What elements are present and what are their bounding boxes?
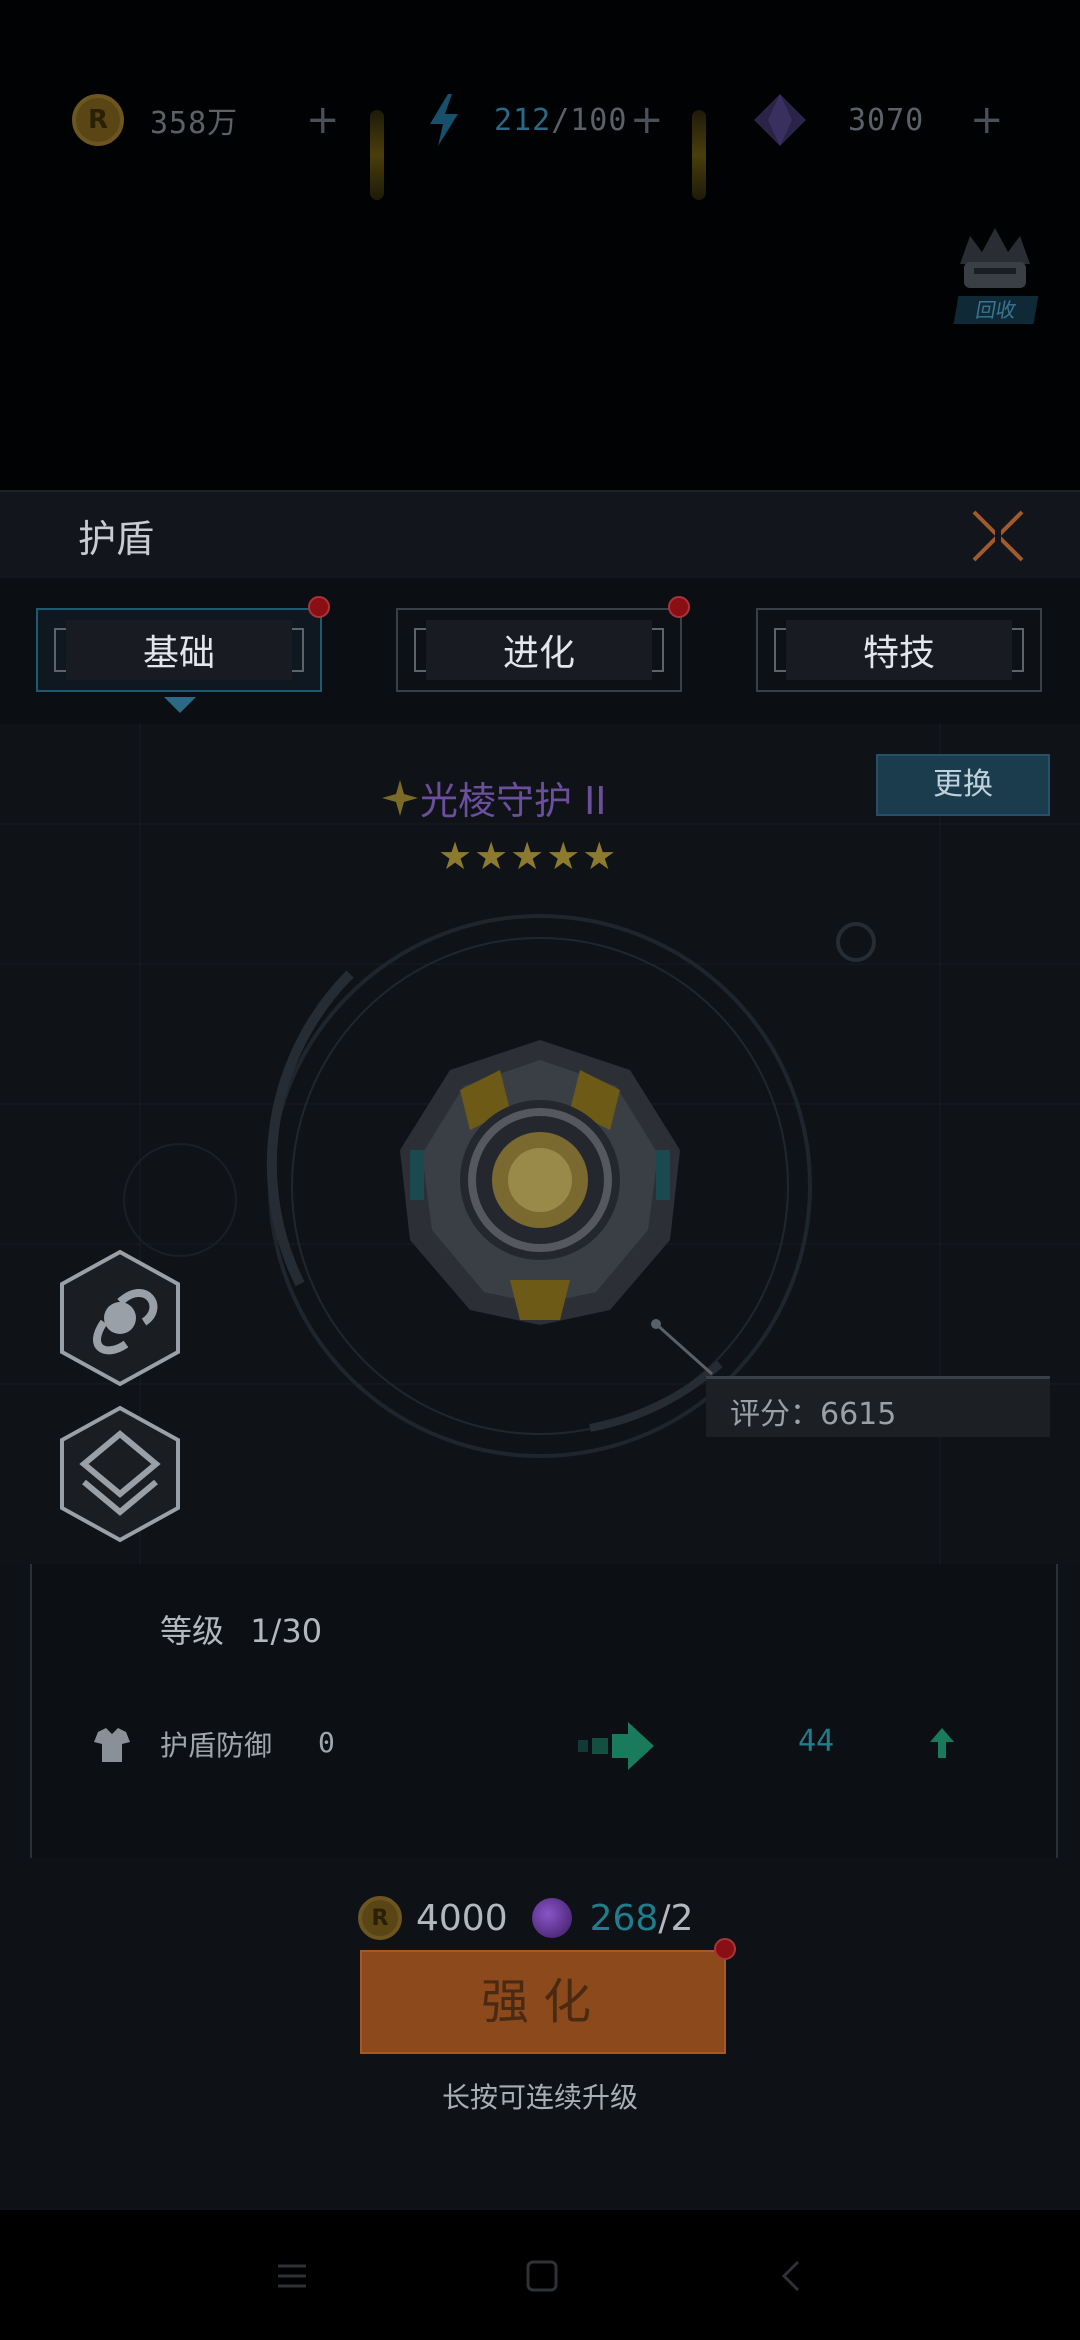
home-icon[interactable] xyxy=(522,2256,562,2296)
tab-basic[interactable]: 基础 xyxy=(36,608,322,692)
bracket-decoration xyxy=(1012,628,1024,672)
divider-glow xyxy=(370,110,384,200)
shield-core-image xyxy=(400,1040,680,1325)
coin-cost: 4000 xyxy=(416,1897,508,1939)
skill-rank-icon[interactable] xyxy=(56,1404,184,1544)
recycle-icon xyxy=(960,228,1030,288)
recycle-button[interactable]: 回收 xyxy=(950,224,1040,324)
panel-header xyxy=(0,490,1080,580)
lightning-icon xyxy=(430,94,458,146)
bracket-decoration xyxy=(54,628,66,672)
skill-swirl-icon[interactable] xyxy=(56,1248,184,1388)
orb-required: /2 xyxy=(658,1897,694,1939)
equipment-name: 光棱守护 II xyxy=(420,779,607,823)
tab-evolve[interactable]: 进化 xyxy=(396,608,682,692)
upgrade-cost: R 4000 268 /2 xyxy=(358,1892,693,1944)
level-row: 等级 1/30 xyxy=(160,1606,322,1652)
long-press-hint: 长按可连续升级 xyxy=(441,2081,638,2114)
star-rating: ★★★★★ xyxy=(438,834,619,878)
armor-icon xyxy=(94,1728,130,1762)
tab-skill-label: 特技 xyxy=(786,620,1012,680)
upgrade-button[interactable]: 强化 xyxy=(360,1950,726,2054)
resource-bar-area xyxy=(0,0,1080,490)
gem-icon xyxy=(754,94,806,146)
gem-amount: 3070 xyxy=(848,102,925,138)
tab-skill[interactable]: 特技 xyxy=(756,608,1042,692)
stat-next-value: 44 xyxy=(798,1724,835,1759)
panel-title: 护盾 xyxy=(78,517,155,561)
stat-label: 护盾防御 xyxy=(160,1729,273,1762)
bracket-decoration xyxy=(414,628,426,672)
tab-basic-label: 基础 xyxy=(66,620,292,680)
score-box: 评分：6615 xyxy=(706,1376,1050,1437)
coin-amount: 358万 xyxy=(150,106,239,141)
stat-current-value: 0 xyxy=(318,1726,335,1759)
close-icon[interactable] xyxy=(968,506,1028,566)
notification-dot xyxy=(308,596,330,618)
bracket-decoration xyxy=(292,628,304,672)
gem-resource: 3070 xyxy=(752,90,924,150)
replace-button[interactable]: 更换 xyxy=(876,754,1050,816)
add-energy-button[interactable]: + xyxy=(630,92,664,148)
energy-orb-icon xyxy=(531,1898,572,1938)
energy-resource: 212/100 xyxy=(424,90,627,150)
score-value: 评分：6615 xyxy=(730,1397,897,1432)
rarity-spark-icon xyxy=(382,779,418,816)
notification-dot xyxy=(714,1938,736,1960)
orb-owned: 268 xyxy=(589,1897,659,1939)
menu-icon[interactable] xyxy=(272,2256,312,2296)
back-icon[interactable] xyxy=(772,2256,812,2296)
add-coins-button[interactable]: + xyxy=(306,92,340,148)
equipment-title: 光棱守护 II xyxy=(380,770,607,825)
notification-dot xyxy=(668,596,690,618)
energy-current: 212 xyxy=(494,102,552,138)
coin-icon: R xyxy=(72,94,124,146)
bracket-decoration xyxy=(774,628,786,672)
arrow-right-icon xyxy=(578,1722,654,1770)
level-label: 等级 xyxy=(160,1612,225,1650)
increase-arrow-icon xyxy=(930,1728,954,1758)
coin-resource: R 358万 xyxy=(72,90,238,150)
recycle-label: 回收 xyxy=(953,296,1039,324)
energy-max: /100 xyxy=(551,102,628,138)
bracket-decoration xyxy=(652,628,664,672)
tab-evolve-label: 进化 xyxy=(426,620,652,680)
divider-glow xyxy=(692,110,706,200)
add-gems-button[interactable]: + xyxy=(970,92,1004,148)
active-tab-indicator xyxy=(164,697,196,713)
level-value: 1/30 xyxy=(250,1612,323,1650)
coin-icon: R xyxy=(358,1896,402,1940)
